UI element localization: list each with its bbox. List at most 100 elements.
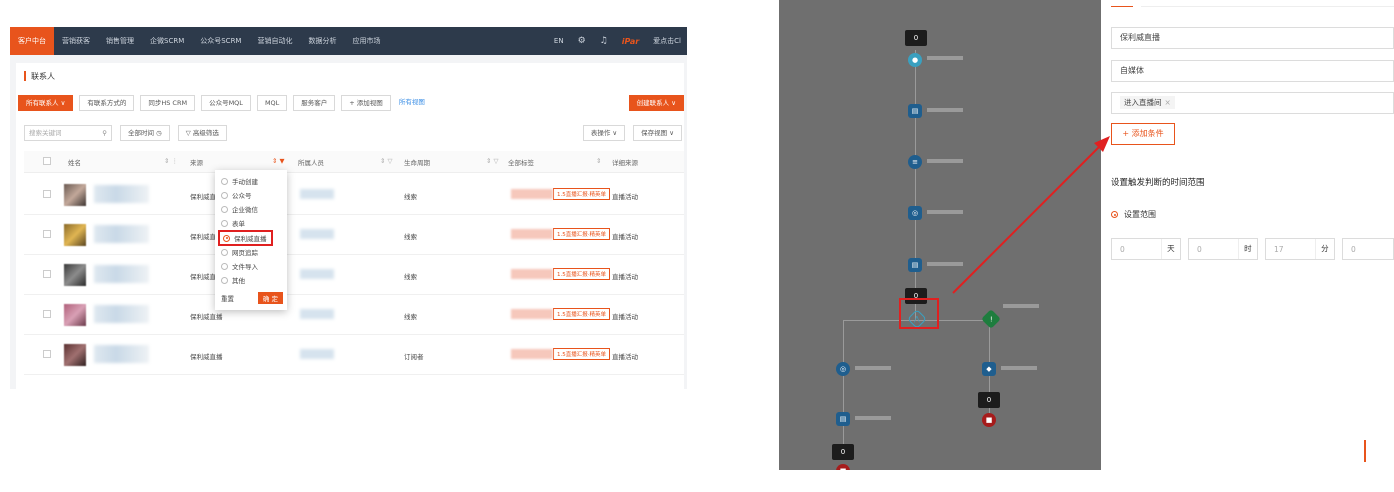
user-name[interactable]: 爱点击Cl xyxy=(653,36,681,46)
create-contact-button[interactable]: 创建联系人 ∨ xyxy=(628,95,684,111)
nav-official-account-scrm[interactable]: 公众号SCRM xyxy=(192,27,249,55)
nav-wecom-scrm[interactable]: 企微SCRM xyxy=(142,27,192,55)
source-option-form[interactable]: 表单 xyxy=(221,218,245,228)
radio-icon[interactable] xyxy=(221,219,228,227)
row-checkbox[interactable] xyxy=(43,310,51,318)
nav-customer-center[interactable]: 客户中台 xyxy=(10,27,54,55)
bell-icon[interactable]: ♫ xyxy=(600,36,608,46)
table-row[interactable]: 保利威直播 线索 1.5直播汇报·精英单 直播活动 xyxy=(24,215,684,255)
source-option-manual[interactable]: 手动创建 xyxy=(221,176,258,186)
radio-icon[interactable] xyxy=(221,177,228,185)
column-tags[interactable]: 全部标签 xyxy=(508,157,534,167)
radio-selected-icon[interactable] xyxy=(1111,211,1118,218)
range-radio-group[interactable]: 设置范围 xyxy=(1111,209,1156,220)
end-node-icon[interactable]: ■ xyxy=(836,464,850,470)
column-detail-source[interactable]: 详细来源 xyxy=(612,157,638,167)
table-row[interactable]: 保利威直播 线索 1.5直播汇报·精英单 直播活动 xyxy=(24,295,684,335)
table-row[interactable]: 保利威直播 线索 1.5直播汇报·精英单 直播活动 xyxy=(24,175,684,215)
column-source[interactable]: 来源 xyxy=(190,157,203,167)
tag-node-icon[interactable]: ◆ xyxy=(982,362,996,376)
column-name[interactable]: 姓名 xyxy=(68,157,81,167)
form-node-icon[interactable]: ▤ xyxy=(836,412,850,426)
row-lifecycle: 线索 xyxy=(404,233,417,241)
node-label xyxy=(927,108,963,112)
search-icon[interactable]: ⚲ xyxy=(102,126,107,140)
source-option-wecom[interactable]: 企业微信 xyxy=(221,204,258,214)
database-node-icon[interactable]: ≡ xyxy=(908,155,922,169)
lifecycle-sort-icon[interactable]: ⇕ ▽ xyxy=(486,157,499,165)
blurred-owner xyxy=(300,229,334,239)
table-actions-button[interactable]: 表操作 ∨ xyxy=(582,125,626,141)
radio-icon[interactable] xyxy=(221,191,228,199)
language-switch[interactable]: EN xyxy=(554,37,564,45)
view-all-contacts[interactable]: 所有联系人 ∨ xyxy=(18,95,74,111)
source-option-official-account[interactable]: 公众号 xyxy=(221,190,252,200)
source-option-file-import[interactable]: 文件导入 xyxy=(221,261,258,271)
view-official-account-mql[interactable]: 公众号MQL xyxy=(201,95,251,111)
column-lifecycle[interactable]: 生命周期 xyxy=(404,157,430,167)
row-checkbox[interactable] xyxy=(43,270,51,278)
form-node-icon[interactable]: ▤ xyxy=(908,258,922,272)
event-select[interactable]: 进入直播间 × xyxy=(1111,92,1394,114)
owner-sort-icon[interactable]: ⇕ ▽ xyxy=(380,157,393,165)
row-checkbox[interactable] xyxy=(43,350,51,358)
platform-select[interactable]: 保利威直播 xyxy=(1111,27,1394,49)
channel-select[interactable]: 自媒体 xyxy=(1111,60,1394,82)
source-option-web-tracking[interactable]: 网页追踪 xyxy=(221,247,258,257)
add-condition-button[interactable]: + 添加条件 xyxy=(1111,123,1175,145)
time-filter-button[interactable]: 全部时间 ◷ xyxy=(120,125,170,141)
row-checkbox[interactable] xyxy=(43,190,51,198)
confirm-button[interactable]: 确 定 xyxy=(257,292,283,304)
option-label: 企业微信 xyxy=(232,206,258,214)
view-sync-hs-crm[interactable]: 同步HS CRM xyxy=(140,95,196,111)
row-detail-source: 直播活动 xyxy=(612,353,638,361)
nav-sales-management[interactable]: 销售管理 xyxy=(98,27,142,55)
add-view-button[interactable]: + 添加视图 xyxy=(341,95,391,111)
radio-icon[interactable] xyxy=(221,276,228,284)
view-service-customers[interactable]: 服务客户 xyxy=(293,95,336,111)
days-input[interactable]: 0 天 xyxy=(1111,238,1181,260)
nav-marketing-automation[interactable]: 营销自动化 xyxy=(249,27,300,55)
tag-badge: 1.5直播汇报·精英单 xyxy=(553,228,610,240)
view-has-contact-info[interactable]: 有联系方式的 xyxy=(79,95,135,111)
filter-active-icon[interactable]: ⇕ ▼ xyxy=(272,157,285,165)
radio-icon[interactable] xyxy=(221,248,228,256)
reset-button[interactable]: 重置 xyxy=(221,293,234,303)
tags-sort-icon[interactable]: ⇕ xyxy=(596,157,601,165)
source-option-polyv-live[interactable]: 保利威直播 xyxy=(218,230,273,246)
column-owner[interactable]: 所属人员 xyxy=(298,157,324,167)
select-all-checkbox[interactable] xyxy=(43,157,51,165)
table-row[interactable]: 保利威直播 订阅者 1.5直播汇报·精英单 直播活动 xyxy=(24,335,684,375)
nav-app-market[interactable]: 应用市场 xyxy=(344,27,388,55)
page-title: 联系人 xyxy=(31,71,55,81)
search-input[interactable]: 搜索关键词 ⚲ xyxy=(24,125,112,141)
radio-selected-icon[interactable] xyxy=(223,234,230,242)
nav-data-analysis[interactable]: 数据分析 xyxy=(300,27,344,55)
source-option-other[interactable]: 其他 xyxy=(221,275,245,285)
flow-canvas[interactable]: 0 ● ▤ ≡ ◎ ▤ 0 ⋀ ! ◎ ◆ 0 ■ ▤ 0 xyxy=(779,0,1101,470)
minutes-input[interactable]: 17 分 xyxy=(1265,238,1335,260)
table-row[interactable]: 保利威直播 线索 1.5直播汇报·精英单 直播活动 xyxy=(24,255,684,295)
row-checkbox[interactable] xyxy=(43,230,51,238)
target-node-icon[interactable]: ◎ xyxy=(908,206,922,220)
trigger-node-icon[interactable]: ● xyxy=(908,53,922,67)
form-node-icon[interactable]: ▤ xyxy=(908,104,922,118)
hours-input[interactable]: 0 时 xyxy=(1188,238,1258,260)
settings-icon[interactable]: ⚙ xyxy=(578,36,586,46)
avatar xyxy=(64,264,86,286)
section-title: 设置触发判断的时间范围 xyxy=(1111,178,1205,188)
radio-icon[interactable] xyxy=(221,262,228,270)
close-icon[interactable]: × xyxy=(1165,98,1171,107)
sort-icon[interactable]: ⇕ ⋮ xyxy=(164,157,178,165)
view-mql[interactable]: MQL xyxy=(256,95,288,111)
condition-node-icon[interactable]: ! xyxy=(981,309,1001,329)
seconds-input[interactable]: 0 xyxy=(1342,238,1394,260)
target-node-icon[interactable]: ◎ xyxy=(836,362,850,376)
save-view-button[interactable]: 保存视图 ∨ xyxy=(633,125,682,141)
advanced-filter-button[interactable]: ▽ 高级筛选 xyxy=(177,125,227,141)
radio-icon[interactable] xyxy=(221,205,228,213)
all-views-link[interactable]: 所有视图 xyxy=(396,95,427,111)
end-node-icon[interactable]: ■ xyxy=(982,413,996,427)
nav-marketing-acquisition[interactable]: 营销获客 xyxy=(54,27,98,55)
row-source: 保利威直播 xyxy=(190,313,223,321)
